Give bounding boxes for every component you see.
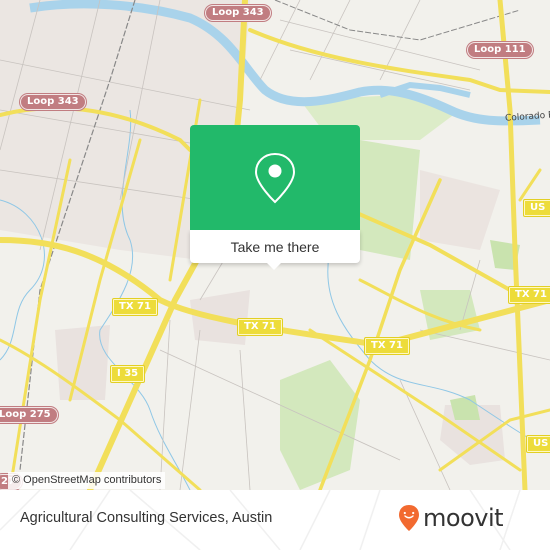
popup-pointer: [266, 262, 282, 270]
route-shield-i-35: I 35: [111, 366, 145, 382]
route-shield-loop-111: Loop 111: [467, 42, 533, 58]
location-popup: Take me there: [190, 125, 360, 270]
brand-name: moovit: [423, 504, 504, 532]
moovit-logo[interactable]: moovit: [398, 504, 504, 532]
park-area: [450, 395, 480, 420]
route-shield-us: US: [524, 200, 550, 216]
railway: [274, 0, 521, 41]
route-shield-loop-275: Loop 275: [0, 407, 58, 423]
route-shield-loop-343: Loop 343: [205, 5, 271, 21]
urban-area: [420, 170, 500, 250]
popup-marker-area: [190, 125, 360, 230]
route-shield-tx-71: TX 71: [365, 338, 409, 354]
osm-attribution[interactable]: © OpenStreetMap contributors: [8, 472, 166, 489]
moovit-smile-pin-icon: [399, 505, 419, 531]
river-branch: [379, 81, 471, 98]
route-shield-tx-71: TX 71: [509, 287, 550, 303]
park-area: [280, 360, 360, 490]
footer-bar: Agricultural Consulting Services, Austin…: [0, 490, 550, 550]
urban-area: [55, 325, 110, 400]
map-pin-icon: [254, 152, 296, 204]
take-me-there-button[interactable]: Take me there: [190, 230, 360, 263]
route-shield-loop-343: Loop 343: [20, 94, 86, 110]
route-shield-tx-71: TX 71: [238, 319, 282, 335]
route-shield-tx-71: TX 71: [113, 299, 157, 315]
route-shield-us: US: [527, 436, 550, 452]
place-name: Agricultural Consulting Services, Austin: [20, 510, 273, 526]
map-view[interactable]: Loop 343 Loop 111 Loop 343 US TX 71 TX 7…: [0, 0, 550, 490]
